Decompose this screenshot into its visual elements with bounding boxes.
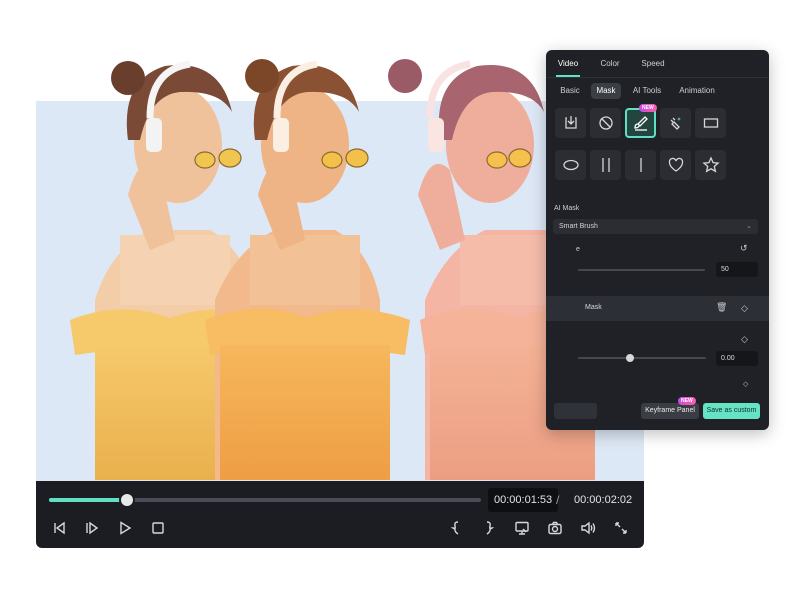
reset-button[interactable] bbox=[554, 403, 597, 419]
size-slider[interactable] bbox=[578, 269, 705, 271]
tab-video[interactable]: Video bbox=[552, 50, 584, 77]
fullscreen-icon[interactable] bbox=[610, 517, 632, 539]
time-separator: / bbox=[556, 493, 560, 507]
subtab-basic[interactable]: Basic bbox=[555, 83, 585, 99]
reset-icon[interactable]: ↺ bbox=[740, 243, 748, 254]
keyframe-diamond-icon[interactable]: ◇ bbox=[743, 380, 748, 388]
ai-mask-button[interactable] bbox=[660, 108, 691, 138]
camera-icon[interactable] bbox=[544, 517, 566, 539]
trash-icon[interactable]: 🗑 bbox=[716, 302, 727, 313]
properties-panel: Video Color Speed Basic Mask AI Tools An… bbox=[546, 50, 769, 430]
playhead-handle[interactable] bbox=[120, 494, 133, 506]
panel-tabs: Video Color Speed bbox=[546, 50, 769, 78]
chevron-down-icon: ⌄ bbox=[746, 223, 752, 230]
rectangle-mask-button[interactable] bbox=[695, 108, 726, 138]
ai-mask-label: AI Mask bbox=[554, 205, 580, 212]
prev-frame-icon[interactable] bbox=[48, 517, 70, 539]
volume-icon[interactable] bbox=[577, 517, 599, 539]
no-mask-button[interactable] bbox=[590, 108, 621, 138]
panel-subtabs: Basic Mask AI Tools Animation bbox=[546, 80, 769, 102]
brush-mask-button[interactable] bbox=[625, 108, 656, 138]
single-line-mask-button[interactable] bbox=[625, 150, 656, 180]
blur-value-field[interactable]: 0.00 bbox=[716, 351, 758, 366]
timeline-progress bbox=[49, 498, 127, 502]
ai-mask-dropdown[interactable]: Smart Brush ⌄ bbox=[553, 219, 758, 234]
no-mask-icon bbox=[598, 116, 613, 130]
new-badge: NEW bbox=[678, 397, 696, 405]
blur-slider[interactable] bbox=[578, 357, 706, 359]
keyframe-diamond-icon[interactable]: ◇ bbox=[741, 303, 748, 314]
tab-speed[interactable]: Speed bbox=[636, 50, 670, 77]
double-line-icon bbox=[601, 158, 610, 172]
import-mask-button[interactable] bbox=[555, 108, 586, 138]
double-line-mask-button[interactable] bbox=[590, 150, 621, 180]
next-frame-icon[interactable] bbox=[81, 517, 103, 539]
ellipse-mask-button[interactable] bbox=[555, 150, 586, 180]
total-time: 00:00:02:02 bbox=[574, 494, 633, 506]
timeline-scrubber[interactable] bbox=[49, 494, 481, 506]
heart-icon bbox=[668, 157, 683, 172]
ai-mask-icon bbox=[670, 117, 681, 130]
mark-out-icon[interactable] bbox=[478, 517, 500, 539]
keyframe-panel-button[interactable]: Keyframe Panel bbox=[641, 403, 699, 419]
rectangle-icon bbox=[703, 118, 718, 128]
play-icon[interactable] bbox=[114, 517, 136, 539]
stop-icon[interactable] bbox=[147, 517, 169, 539]
save-as-custom-button[interactable]: Save as custom bbox=[703, 403, 760, 419]
star-icon bbox=[701, 156, 720, 173]
brush-mask-icon bbox=[633, 116, 648, 131]
import-mask-icon bbox=[564, 116, 577, 129]
subtab-animation[interactable]: Animation bbox=[672, 83, 722, 99]
mask-row[interactable]: Mask 🗑 ◇ bbox=[546, 296, 769, 321]
single-line-icon bbox=[639, 158, 642, 172]
keyframe-diamond-icon[interactable]: ◇ bbox=[741, 334, 748, 345]
ai-mask-value: Smart Brush bbox=[559, 223, 598, 230]
size-label: e bbox=[576, 246, 580, 253]
new-badge: NEW bbox=[639, 104, 657, 112]
blur-slider-knob[interactable] bbox=[626, 354, 634, 362]
player-bar: 00:00:01:53 / 00:00:02:02 bbox=[36, 481, 644, 548]
mark-in-icon[interactable] bbox=[445, 517, 467, 539]
subtab-ai-tools[interactable]: AI Tools bbox=[629, 83, 665, 99]
tab-color[interactable]: Color bbox=[594, 50, 626, 77]
mask-row-label: Mask bbox=[585, 304, 602, 311]
current-time: 00:00:01:53 bbox=[488, 488, 559, 512]
subtab-mask[interactable]: Mask bbox=[591, 83, 621, 99]
snapshot-export-icon[interactable] bbox=[511, 517, 533, 539]
star-mask-button[interactable] bbox=[695, 150, 726, 180]
heart-mask-button[interactable] bbox=[660, 150, 691, 180]
size-value-field[interactable]: 50 bbox=[716, 262, 758, 277]
ellipse-icon bbox=[562, 159, 579, 171]
